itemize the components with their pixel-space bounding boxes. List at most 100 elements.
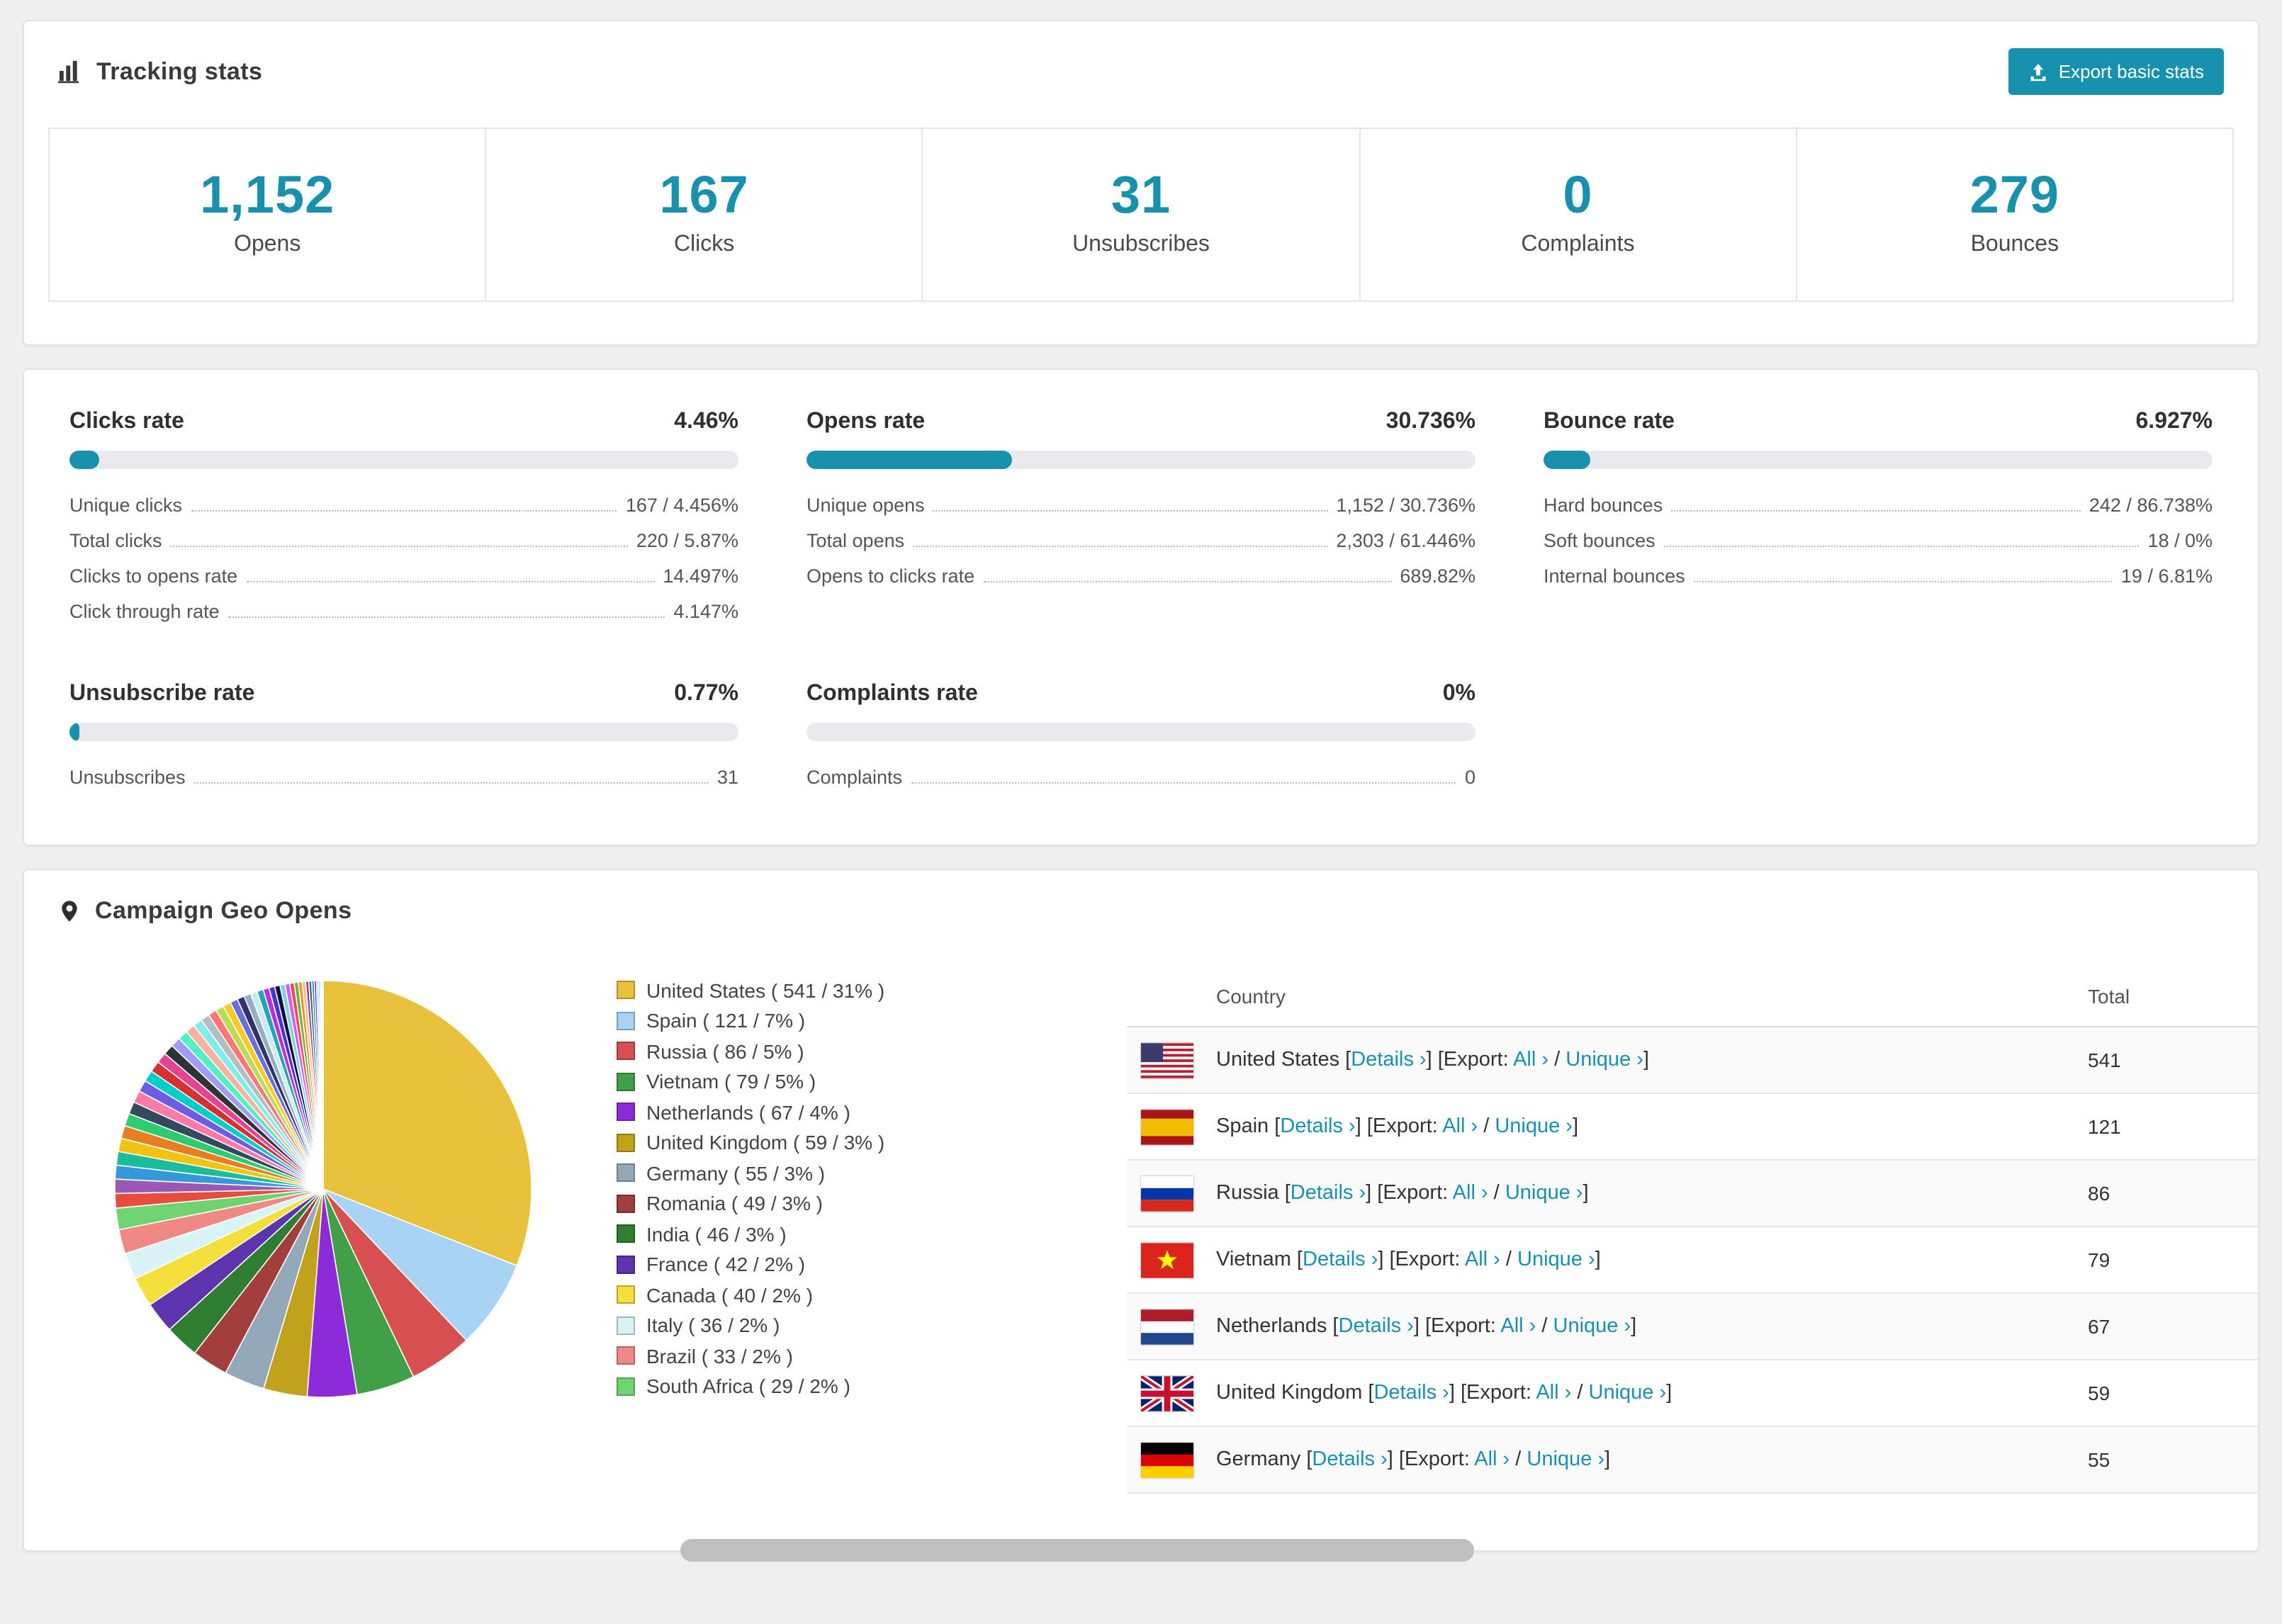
export-all-link[interactable]: All › — [1442, 1115, 1478, 1138]
tracking-stats-card: Tracking stats Export basic stats 1,152 O… — [23, 20, 2259, 346]
export-unique-link[interactable]: Unique › — [1517, 1248, 1595, 1271]
stat-value: 167 — [659, 166, 749, 224]
legend-item-united-kingdom[interactable]: United Kingdom ( 59 / 3% ) — [617, 1127, 1045, 1158]
export-basic-stats-button[interactable]: Export basic stats — [2008, 48, 2224, 95]
details-link[interactable]: Details › — [1351, 1049, 1426, 1071]
legend-item-india[interactable]: India ( 46 / 3% ) — [617, 1219, 1045, 1249]
legend-item-spain[interactable]: Spain ( 121 / 7% ) — [617, 1005, 1045, 1036]
progress-bar — [806, 723, 1476, 741]
details-link[interactable]: Details › — [1373, 1382, 1449, 1404]
stats-row: 1,152 Opens 167 Clicks 31 Unsubscribes 0 Compla… — [48, 128, 2235, 302]
legend-item-russia[interactable]: Russia ( 86 / 5% ) — [617, 1036, 1045, 1066]
legend-swatch — [617, 981, 635, 1000]
rate-block-opens-rate: Opens rate 30.736% Unique opens 1,152 / 30.… — [806, 410, 1476, 625]
rate-percent: 0.77% — [674, 682, 738, 706]
details-link[interactable]: Details › — [1303, 1248, 1378, 1271]
export-unique-link[interactable]: Unique › — [1527, 1448, 1604, 1471]
dotted-leader — [911, 782, 1456, 784]
progress-fill — [806, 451, 1013, 469]
details-link[interactable]: Details › — [1339, 1315, 1414, 1338]
stat-value: 0 — [1563, 166, 1593, 224]
total-cell: 59 — [2088, 1382, 2110, 1404]
dotted-leader — [1671, 510, 2081, 512]
country-cell: Germany [Details ›] [Export: All › / Uni… — [1141, 1442, 2088, 1477]
rate-row-label: Unsubscribes — [69, 767, 186, 788]
details-link[interactable]: Details › — [1291, 1182, 1366, 1205]
total-cell: 86 — [2088, 1182, 2110, 1205]
rate-row-value: 18 / 0% — [2147, 530, 2213, 551]
legend-item-germany[interactable]: Germany ( 55 / 3% ) — [617, 1158, 1045, 1188]
legend-label: Brazil ( 33 / 2% ) — [646, 1344, 793, 1368]
export-unique-link[interactable]: Unique › — [1566, 1049, 1643, 1071]
rate-row-label: Unique opens — [806, 495, 925, 516]
rate-row-soft-bounces: Soft bounces 18 / 0% — [1544, 519, 2213, 554]
export-all-link[interactable]: All › — [1536, 1382, 1571, 1404]
total-cell: 541 — [2088, 1049, 2121, 1071]
rate-percent: 6.927% — [2135, 410, 2213, 434]
export-unique-link[interactable]: Unique › — [1495, 1115, 1573, 1138]
rate-percent: 4.46% — [674, 410, 738, 434]
legend-item-vietnam[interactable]: Vietnam ( 79 / 5% ) — [617, 1066, 1045, 1097]
rates-grid: Clicks rate 4.46% Unique clicks 167 / 4.456… — [24, 370, 2258, 845]
legend-item-netherlands[interactable]: Netherlands ( 67 / 4% ) — [617, 1097, 1045, 1127]
es-flag-icon — [1141, 1109, 1193, 1144]
country-cell: Spain [Details ›] [Export: All › / Uniqu… — [1141, 1109, 2088, 1144]
gb-flag-icon — [1141, 1375, 1193, 1411]
export-unique-link[interactable]: Unique › — [1505, 1182, 1583, 1205]
legend-item-romania[interactable]: Romania ( 49 / 3% ) — [617, 1188, 1045, 1219]
legend-item-south-africa[interactable]: South Africa ( 29 / 2% ) — [617, 1371, 1045, 1402]
ru-flag-icon — [1141, 1175, 1193, 1211]
country-links: Netherlands [Details ›] [Export: All › /… — [1216, 1315, 1637, 1338]
nl-flag-icon — [1141, 1309, 1193, 1344]
stat-label: Bounces — [1970, 232, 2059, 256]
legend-label: France ( 42 / 2% ) — [646, 1253, 806, 1276]
export-all-link[interactable]: All › — [1474, 1448, 1510, 1471]
export-all-link[interactable]: All › — [1453, 1182, 1488, 1205]
rate-title: Opens rate — [806, 410, 926, 434]
export-unique-link[interactable]: Unique › — [1589, 1382, 1667, 1404]
rate-row-value: 1,152 / 30.736% — [1336, 495, 1476, 516]
rate-block-bounce-rate: Bounce rate 6.927% Hard bounces 242 / 86.73… — [1544, 410, 2213, 625]
export-unique-link[interactable]: Unique › — [1553, 1315, 1631, 1338]
export-all-link[interactable]: All › — [1513, 1049, 1548, 1071]
geo-table-body: United States [Details ›] [Export: All ›… — [1127, 1027, 2258, 1494]
details-link[interactable]: Details › — [1280, 1115, 1355, 1138]
stat-value: 31 — [1111, 166, 1171, 224]
dotted-leader — [983, 581, 1392, 582]
progress-fill — [1544, 451, 1590, 469]
country-cell: Netherlands [Details ›] [Export: All › /… — [1141, 1309, 2088, 1344]
dotted-leader — [913, 546, 1328, 547]
rate-row-unique-clicks: Unique clicks 167 / 4.456% — [69, 483, 738, 519]
legend-item-brazil[interactable]: Brazil ( 33 / 2% ) — [617, 1341, 1045, 1371]
rate-title: Clicks rate — [69, 410, 184, 434]
legend-item-italy[interactable]: Italy ( 36 / 2% ) — [617, 1310, 1045, 1341]
legend-item-united-states[interactable]: United States ( 541 / 31% ) — [617, 975, 1045, 1005]
country-column-header: Country — [1216, 985, 1286, 1008]
dotted-leader — [1693, 581, 2113, 582]
legend-label: Germany ( 55 / 3% ) — [646, 1161, 826, 1185]
export-all-link[interactable]: All › — [1500, 1315, 1536, 1338]
stat-box-complaints: 0 Complaints — [1359, 128, 1797, 302]
legend-item-france[interactable]: France ( 42 / 2% ) — [617, 1249, 1045, 1280]
country-links: Germany [Details ›] [Export: All › / Uni… — [1216, 1448, 1611, 1471]
dotted-leader — [170, 546, 628, 547]
table-row-united-states: United States [Details ›] [Export: All ›… — [1127, 1027, 2258, 1094]
stat-box-bounces: 279 Bounces — [1795, 128, 2235, 302]
horizontal-scrollbar-thumb[interactable] — [680, 1539, 1474, 1562]
geo-opens-title: Campaign Geo Opens — [95, 897, 352, 924]
rate-row-clicks-to-opens-rate: Clicks to opens rate 14.497% — [69, 554, 738, 590]
legend-swatch — [617, 1103, 635, 1122]
rate-row-label: Internal bounces — [1544, 565, 1685, 587]
rate-row-unsubscribes: Unsubscribes 31 — [69, 755, 738, 791]
rate-percent: 30.736% — [1386, 410, 1476, 434]
export-all-link[interactable]: All › — [1465, 1248, 1500, 1271]
geo-pie-chart[interactable] — [112, 978, 534, 1400]
details-link[interactable]: Details › — [1312, 1448, 1387, 1471]
legend-label: Canada ( 40 / 2% ) — [646, 1283, 814, 1307]
rate-row-complaints: Complaints 0 — [806, 755, 1476, 791]
rate-row-value: 19 / 6.81% — [2120, 565, 2213, 587]
rate-row-hard-bounces: Hard bounces 242 / 86.738% — [1544, 483, 2213, 519]
progress-bar — [806, 451, 1476, 469]
legend-item-canada[interactable]: Canada ( 40 / 2% ) — [617, 1280, 1045, 1310]
rate-row-value: 2,303 / 61.446% — [1336, 530, 1476, 551]
